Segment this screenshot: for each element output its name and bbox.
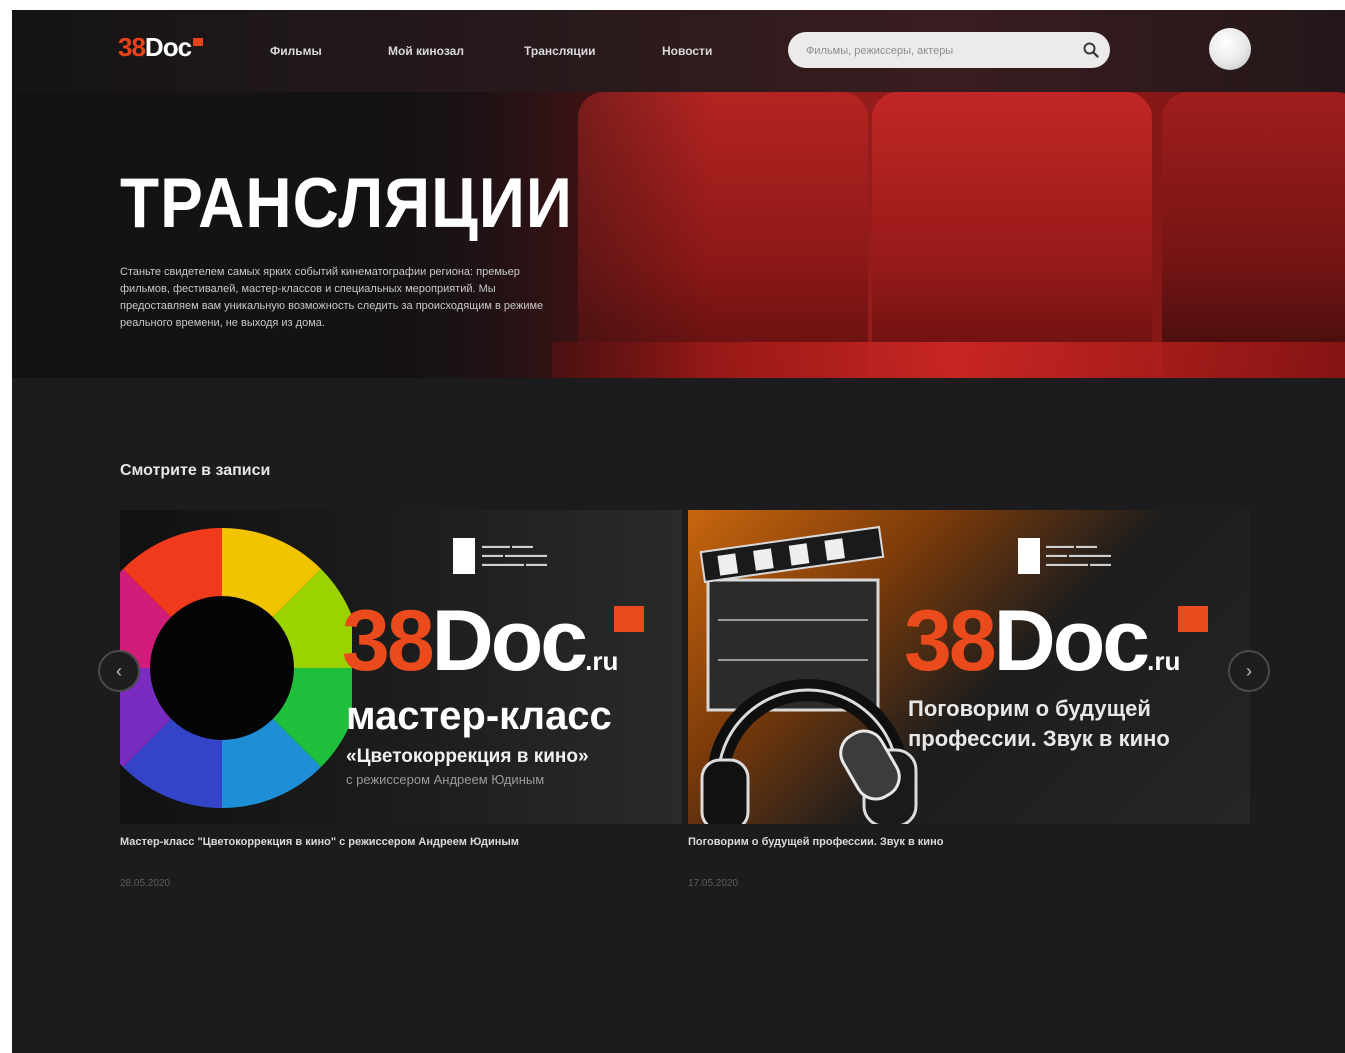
hero-title: ТРАНСЛЯЦИИ <box>120 163 573 243</box>
hero-description: Станьте свидетелем самых ярких событий к… <box>120 266 544 329</box>
recording-date: 17.05.2020 <box>688 878 739 889</box>
thumb-brand: 38Doc.ru <box>342 593 619 689</box>
carousel-prev-button[interactable]: ‹ <box>98 650 140 692</box>
nav-item-my-cinema[interactable]: Мой кинозал <box>388 44 464 58</box>
partner-logo-icon <box>453 538 475 574</box>
cinema-seat-image <box>1162 92 1345 378</box>
thumb-subheading: «Цветокоррекция в кино» <box>346 746 589 767</box>
chevron-right-icon: › <box>1246 661 1252 681</box>
recording-thumbnail[interactable]: ▬▬▬▬ ▬▬▬ ▬▬▬ ▬▬▬▬▬▬ ▬▬▬▬▬▬ ▬▬▬ 38Doc.ru По… <box>688 510 1250 824</box>
camera-icon <box>193 38 204 47</box>
color-wheel-icon <box>120 528 352 808</box>
nav-item-films[interactable]: Фильмы <box>270 44 322 58</box>
search-box <box>788 32 1110 68</box>
nav-item-news[interactable]: Новости <box>662 44 712 58</box>
nav-item-broadcasts[interactable]: Трансляции <box>524 44 596 58</box>
avatar[interactable] <box>1209 28 1251 70</box>
thumb-brand: 38Doc.ru <box>904 593 1181 689</box>
carousel-next-button[interactable]: › <box>1228 650 1270 692</box>
recording-date: 28.05.2020 <box>120 878 171 889</box>
partner-logo-text: ▬▬▬▬ ▬▬▬ ▬▬▬ ▬▬▬▬▬▬ ▬▬▬▬▬▬ ▬▬▬ <box>482 543 547 568</box>
thumb-caption: с режиссером Андреем Юдиным <box>346 772 545 787</box>
site-logo[interactable]: 38Doc <box>118 32 204 63</box>
recording-title[interactable]: Мастер-класс "Цветокоррекция в кино" с р… <box>120 836 700 848</box>
search-input[interactable] <box>804 41 1078 61</box>
partner-logo-text: ▬▬▬▬ ▬▬▬ ▬▬▬ ▬▬▬▬▬▬ ▬▬▬▬▬▬ ▬▬▬ <box>1046 543 1111 568</box>
logo-word: Doc <box>144 32 192 62</box>
search-icon[interactable] <box>1082 41 1100 59</box>
recording-card[interactable]: ▬▬▬▬ ▬▬▬ ▬▬▬ ▬▬▬▬▬▬ ▬▬▬▬▬▬ ▬▬▬ 38Doc.ru По… <box>688 510 1250 889</box>
site-header: 38Doc Фильмы Мой кинозал Трансляции Ново… <box>12 10 1345 92</box>
camera-icon <box>1178 606 1208 632</box>
page: 38Doc Фильмы Мой кинозал Трансляции Ново… <box>12 10 1345 1053</box>
thumb-heading: Поговорим о будущей <box>908 696 1151 721</box>
section-title: Смотрите в записи <box>120 462 271 479</box>
camera-icon <box>614 606 644 632</box>
logo-number: 38 <box>118 32 146 62</box>
recording-card[interactable]: ▬▬▬▬ ▬▬▬ ▬▬▬ ▬▬▬▬▬▬ ▬▬▬▬▬▬ ▬▬▬ 38Doc.ru ма… <box>120 510 682 889</box>
chevron-left-icon: ‹ <box>116 661 122 681</box>
hero-banner: ТРАНСЛЯЦИИ Станьте свидетелем самых ярки… <box>12 92 1345 378</box>
partner-logo-icon <box>1018 538 1040 574</box>
recording-thumbnail[interactable]: ▬▬▬▬ ▬▬▬ ▬▬▬ ▬▬▬▬▬▬ ▬▬▬▬▬▬ ▬▬▬ 38Doc.ru ма… <box>120 510 682 824</box>
recording-title[interactable]: Поговорим о будущей профессии. Звук в ки… <box>688 836 1268 848</box>
cinema-seat-image <box>872 92 1152 378</box>
thumb-heading: мастер-класс <box>346 694 612 738</box>
thumb-subheading: профессии. Звук в кино <box>908 726 1170 751</box>
